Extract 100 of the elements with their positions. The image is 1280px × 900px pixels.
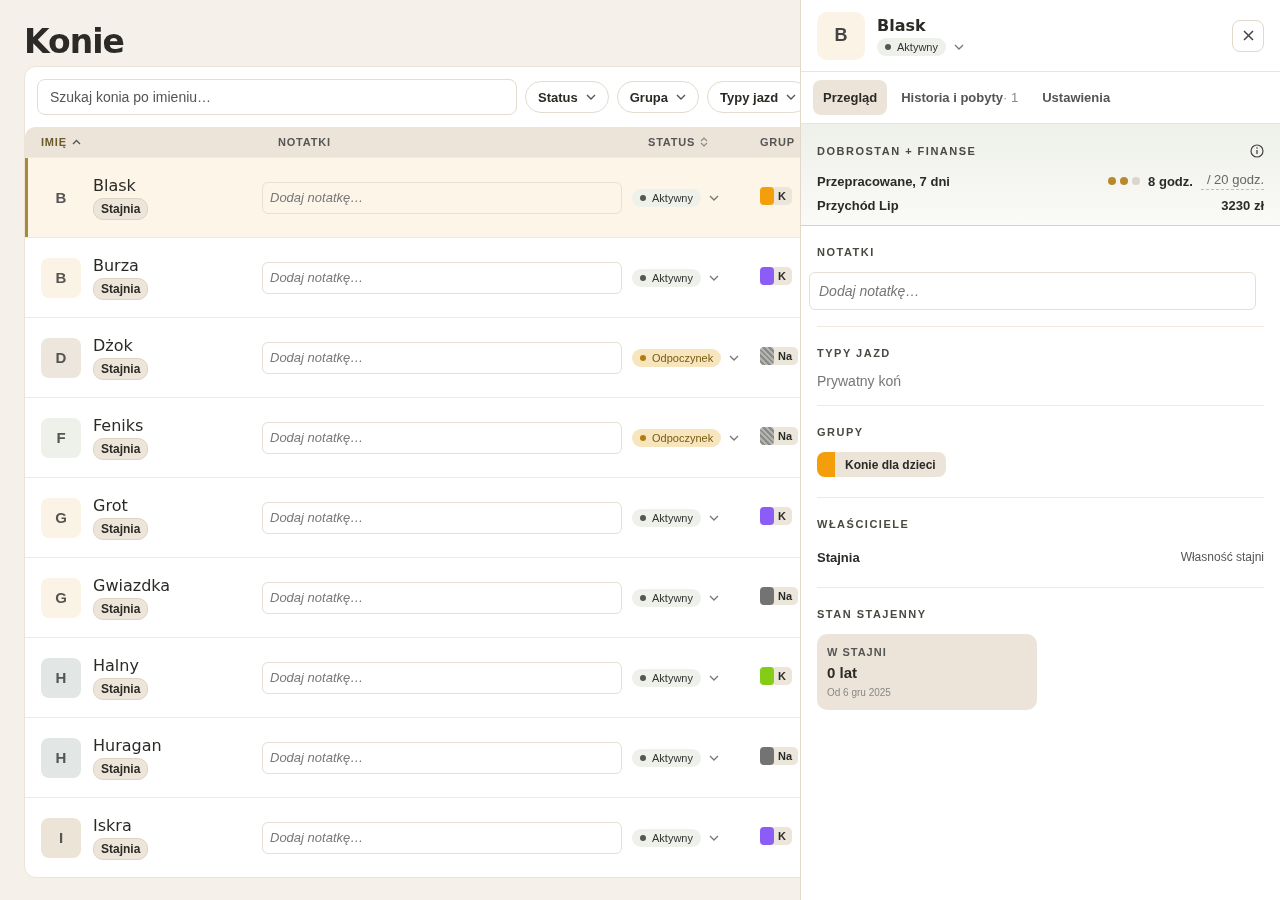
status-badge[interactable]: Aktywny [632, 268, 701, 287]
owner-tag: Stajnia [93, 597, 149, 620]
filter-dropdown[interactable]: Status [525, 81, 609, 113]
status-badge[interactable]: Odpoczynek [632, 428, 722, 447]
avatar: H [41, 657, 81, 698]
info-icon[interactable] [1250, 144, 1264, 158]
chevron-icon[interactable] [708, 514, 719, 521]
horse-name: Iskra [93, 815, 132, 835]
filter-dropdown[interactable]: Typy jazd [707, 81, 800, 113]
metric-limit[interactable]: / 20 godz. [1200, 172, 1264, 190]
horse-name: Feniks [93, 415, 144, 435]
column-header[interactable]: GRUP [752, 136, 795, 148]
chevron-icon[interactable] [708, 274, 719, 281]
owner-tag: Stajnia [93, 357, 149, 380]
card-value: 0 lat [827, 664, 858, 681]
close-icon [1242, 30, 1254, 41]
owner-tag: Stajnia [93, 757, 149, 780]
chevron-icon[interactable] [729, 434, 740, 441]
section-title: DOBROSTAN + FINANSE [817, 145, 977, 157]
owner-tag: Stajnia [93, 437, 149, 460]
note-field[interactable]: Dodaj notatkę… [262, 421, 622, 454]
column-header[interactable]: NOTATKI [262, 136, 632, 148]
avatar: B [54, 188, 68, 208]
avatar: I [41, 817, 81, 858]
note-field[interactable]: Dodaj notatkę… [262, 501, 622, 534]
column-header[interactable]: STATUS [632, 136, 752, 148]
column-header[interactable]: IMIĘ [25, 136, 262, 148]
note-field[interactable]: Dodaj notatkę… [262, 341, 622, 374]
group-chip: K [760, 506, 792, 525]
tab[interactable]: Przegląd [813, 80, 888, 115]
avatar: D [41, 337, 81, 378]
chevron-icon[interactable] [708, 594, 719, 601]
tab[interactable]: Ustawienia [1032, 80, 1121, 115]
owner-name: Stajnia [817, 550, 860, 565]
owner-tag: Stajnia [93, 197, 149, 220]
status-badge[interactable]: Odpoczynek [632, 348, 722, 367]
horse-name: Blask [93, 175, 136, 195]
metric-value: 3230 zł [1221, 198, 1264, 213]
note-field[interactable]: Dodaj notatkę… [262, 261, 622, 294]
chevron-icon [676, 94, 687, 100]
status-badge[interactable]: Aktywny [877, 37, 946, 56]
filter-dropdown[interactable]: Grupa [616, 81, 700, 113]
group-chip: K [760, 186, 792, 205]
avatar: G [41, 497, 81, 538]
chevron-icon[interactable] [729, 354, 740, 361]
group-chip: Na [760, 586, 799, 605]
tab[interactable]: Historia i pobyty· 1 [891, 80, 1029, 115]
horse-name: Grot [93, 495, 128, 515]
group-chip: Konie dla dzieci [817, 452, 946, 477]
note-field[interactable]: Dodaj notatkę… [262, 741, 622, 774]
chevron-icon[interactable] [708, 194, 719, 201]
card-label: W STAJNI [827, 646, 888, 658]
note-field[interactable]: Dodaj notatkę… [262, 181, 622, 214]
metric-value: 8 godz. [1148, 173, 1193, 189]
group-chip: K [760, 826, 792, 845]
avatar: H [41, 737, 81, 778]
status-badge[interactable]: Aktywny [632, 508, 701, 527]
section-title: WŁAŚCICIELE [817, 518, 910, 530]
note-field[interactable]: Dodaj notatkę… [262, 581, 622, 614]
owner-tag: Stajnia [93, 837, 149, 860]
owner-tag: Stajnia [93, 517, 149, 540]
metric-label: Przychód Lip [817, 198, 899, 213]
owner-tag: Stajnia [93, 277, 149, 300]
chevron-icon [786, 94, 797, 100]
sort-up-icon [71, 139, 81, 145]
status-badge[interactable]: Aktywny [632, 668, 701, 687]
group-chip: Na [760, 426, 799, 445]
group-chip: K [760, 666, 792, 685]
sort-icon [700, 137, 709, 147]
page-title: Konie [24, 21, 125, 63]
avatar: F [41, 417, 81, 458]
section-title: GRUPY [817, 426, 864, 438]
chevron-icon[interactable] [708, 674, 719, 681]
avatar: B [41, 257, 81, 298]
note-field[interactable]: Dodaj notatkę… [262, 661, 622, 694]
chevron-icon [585, 94, 596, 100]
horse-name: Blask [877, 15, 927, 35]
status-badge[interactable]: Aktywny [632, 188, 701, 207]
horse-name: Dżok [93, 335, 133, 355]
status-badge[interactable]: Aktywny [632, 588, 701, 607]
chevron-icon[interactable] [708, 754, 719, 761]
chevron-icon[interactable] [708, 834, 719, 841]
owner-role: Własność stajni [1180, 550, 1264, 565]
close-button[interactable] [1232, 19, 1264, 52]
metric-label: Przepracowane, 7 dni [817, 173, 950, 189]
section-title: NOTATKI [817, 246, 875, 258]
horse-name: Burza [93, 255, 139, 275]
owner-tag: Stajnia [93, 677, 149, 700]
group-chip: Na [760, 346, 799, 365]
status-badge[interactable]: Aktywny [632, 748, 701, 767]
horse-name: Gwiazdka [93, 575, 171, 595]
horse-row[interactable]: B Blask Stajnia Dodaj notatkę… Aktywny K [25, 157, 800, 237]
avatar: B [817, 11, 865, 60]
chevron-icon[interactable] [953, 43, 964, 50]
search-field[interactable]: Szukaj konia po imieniu… [37, 79, 517, 115]
note-field[interactable]: Dodaj notatkę… [262, 821, 622, 854]
section-title: STAN STAJENNY [817, 608, 927, 620]
note-field[interactable]: Dodaj notatkę… [809, 272, 1256, 310]
horse-name: Halny [93, 655, 139, 675]
status-badge[interactable]: Aktywny [632, 828, 701, 847]
